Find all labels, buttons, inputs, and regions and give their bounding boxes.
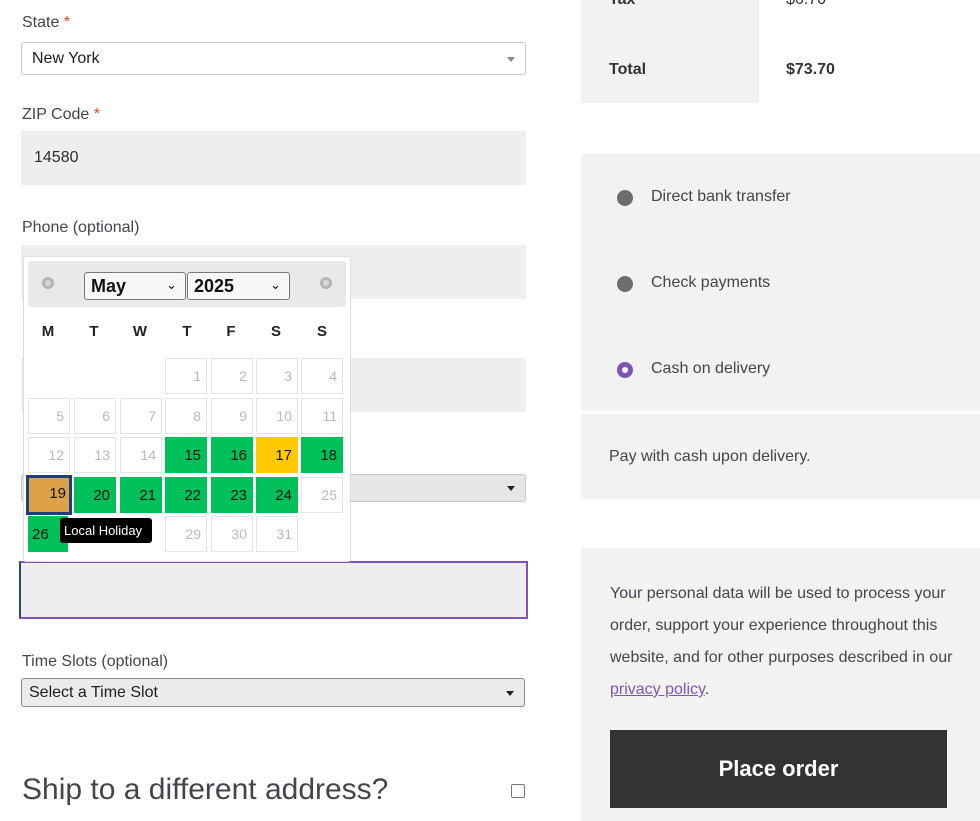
weekday-header: T [182, 323, 192, 340]
month-select-value: May [91, 276, 127, 296]
chevron-down-icon [506, 691, 514, 696]
required-mark: * [93, 106, 100, 123]
chevron-down-icon: ⌄ [166, 277, 177, 292]
date-cell: 7 [120, 398, 162, 434]
weekday-header: T [89, 323, 99, 340]
holiday-tooltip: Local Holiday [60, 518, 152, 543]
next-month-icon[interactable] [320, 277, 332, 289]
privacy-end: . [704, 681, 710, 698]
phone-label: Phone (optional) [22, 219, 140, 236]
total-label: Total [609, 61, 647, 78]
date-cell: 2 [211, 358, 253, 394]
year-select[interactable]: 2025 ⌄ [187, 272, 290, 300]
datepicker-header: May ⌄ 2025 ⌄ [28, 261, 346, 307]
state-select[interactable]: New York [21, 42, 526, 75]
payment-method-label[interactable]: Check payments [651, 274, 770, 292]
date-cell: 4 [301, 358, 343, 394]
payment-method-label[interactable]: Cash on delivery [651, 360, 770, 378]
date-cell: 25 [301, 477, 343, 513]
time-slot-select[interactable]: Select a Time Slot [21, 678, 525, 707]
date-cell: 30 [211, 516, 253, 552]
privacy-policy-link[interactable]: privacy policy [610, 681, 705, 698]
radio-direct-bank-transfer[interactable] [617, 190, 633, 206]
date-cell-available[interactable]: 20 [74, 477, 116, 513]
state-select-value: New York [32, 50, 100, 67]
weekday-header: W [132, 323, 148, 340]
ship-different-address-checkbox[interactable] [511, 784, 525, 798]
prev-month-icon[interactable] [42, 277, 54, 289]
weekday-header: F [226, 323, 236, 340]
date-cell-available[interactable]: 23 [211, 477, 253, 513]
date-cell: 8 [165, 398, 207, 434]
date-cell-available[interactable]: 22 [165, 477, 207, 513]
zip-field-value: 14580 [34, 149, 79, 166]
delivery-date-field[interactable] [19, 561, 528, 619]
date-cell-available[interactable]: 18 [301, 437, 343, 473]
tax-label: Tax [609, 0, 635, 9]
date-cell: 3 [256, 358, 298, 394]
ship-different-address-label: Ship to a different address? [22, 773, 389, 806]
state-label: State * [22, 14, 70, 32]
payment-method-label[interactable]: Direct bank transfer [651, 188, 791, 206]
zip-label-text: ZIP Code [22, 106, 90, 123]
chevron-down-icon [507, 486, 515, 491]
totals-label-column [581, 0, 759, 103]
weekday-header: S [316, 323, 327, 340]
time-slot-select-value: Select a Time Slot [29, 684, 158, 701]
date-cell: 5 [28, 398, 70, 434]
date-cell: 6 [74, 398, 116, 434]
date-cell: 31 [256, 516, 298, 552]
zip-field[interactable]: 14580 [21, 131, 526, 185]
datepicker: May ⌄ 2025 ⌄ M T W T F S S 1 2 3 4 5 6 7… [23, 256, 351, 562]
privacy-text: Your personal data will be used to proce… [610, 585, 953, 666]
total-value: $73.70 [786, 61, 835, 78]
weekday-header: M [41, 323, 55, 340]
weekday-header: S [270, 323, 281, 340]
date-cell: 10 [256, 398, 298, 434]
place-order-button[interactable]: Place order [610, 730, 947, 808]
date-cell-available[interactable]: 21 [120, 477, 162, 513]
chevron-down-icon [507, 57, 515, 62]
date-cell-partial[interactable]: 17 [256, 437, 298, 473]
payment-description: Pay with cash upon delivery. [609, 448, 811, 465]
month-select[interactable]: May ⌄ [84, 272, 186, 300]
zip-label: ZIP Code * [22, 106, 100, 124]
tax-value: $6.70 [786, 0, 826, 9]
date-cell: 9 [211, 398, 253, 434]
radio-check-payments[interactable] [617, 276, 633, 292]
date-cell-available[interactable]: 16 [211, 437, 253, 473]
privacy-notice: Your personal data will be used to proce… [610, 578, 960, 706]
date-cell: 11 [301, 398, 343, 434]
state-label-text: State [22, 14, 60, 31]
date-cell: 1 [165, 358, 207, 394]
year-select-value: 2025 [194, 276, 235, 296]
time-slots-label: Time Slots (optional) [22, 653, 169, 670]
date-cell-available[interactable]: 15 [165, 437, 207, 473]
date-cell: 29 [165, 516, 207, 552]
date-cell: 12 [28, 437, 70, 473]
date-cell: 14 [120, 437, 162, 473]
required-mark: * [63, 14, 71, 31]
date-cell: 13 [74, 437, 116, 473]
date-cell-available[interactable]: 24 [256, 477, 298, 513]
radio-cash-on-delivery[interactable] [617, 362, 633, 378]
date-cell-holiday[interactable]: 19 [26, 475, 72, 515]
chevron-down-icon: ⌄ [270, 277, 281, 292]
